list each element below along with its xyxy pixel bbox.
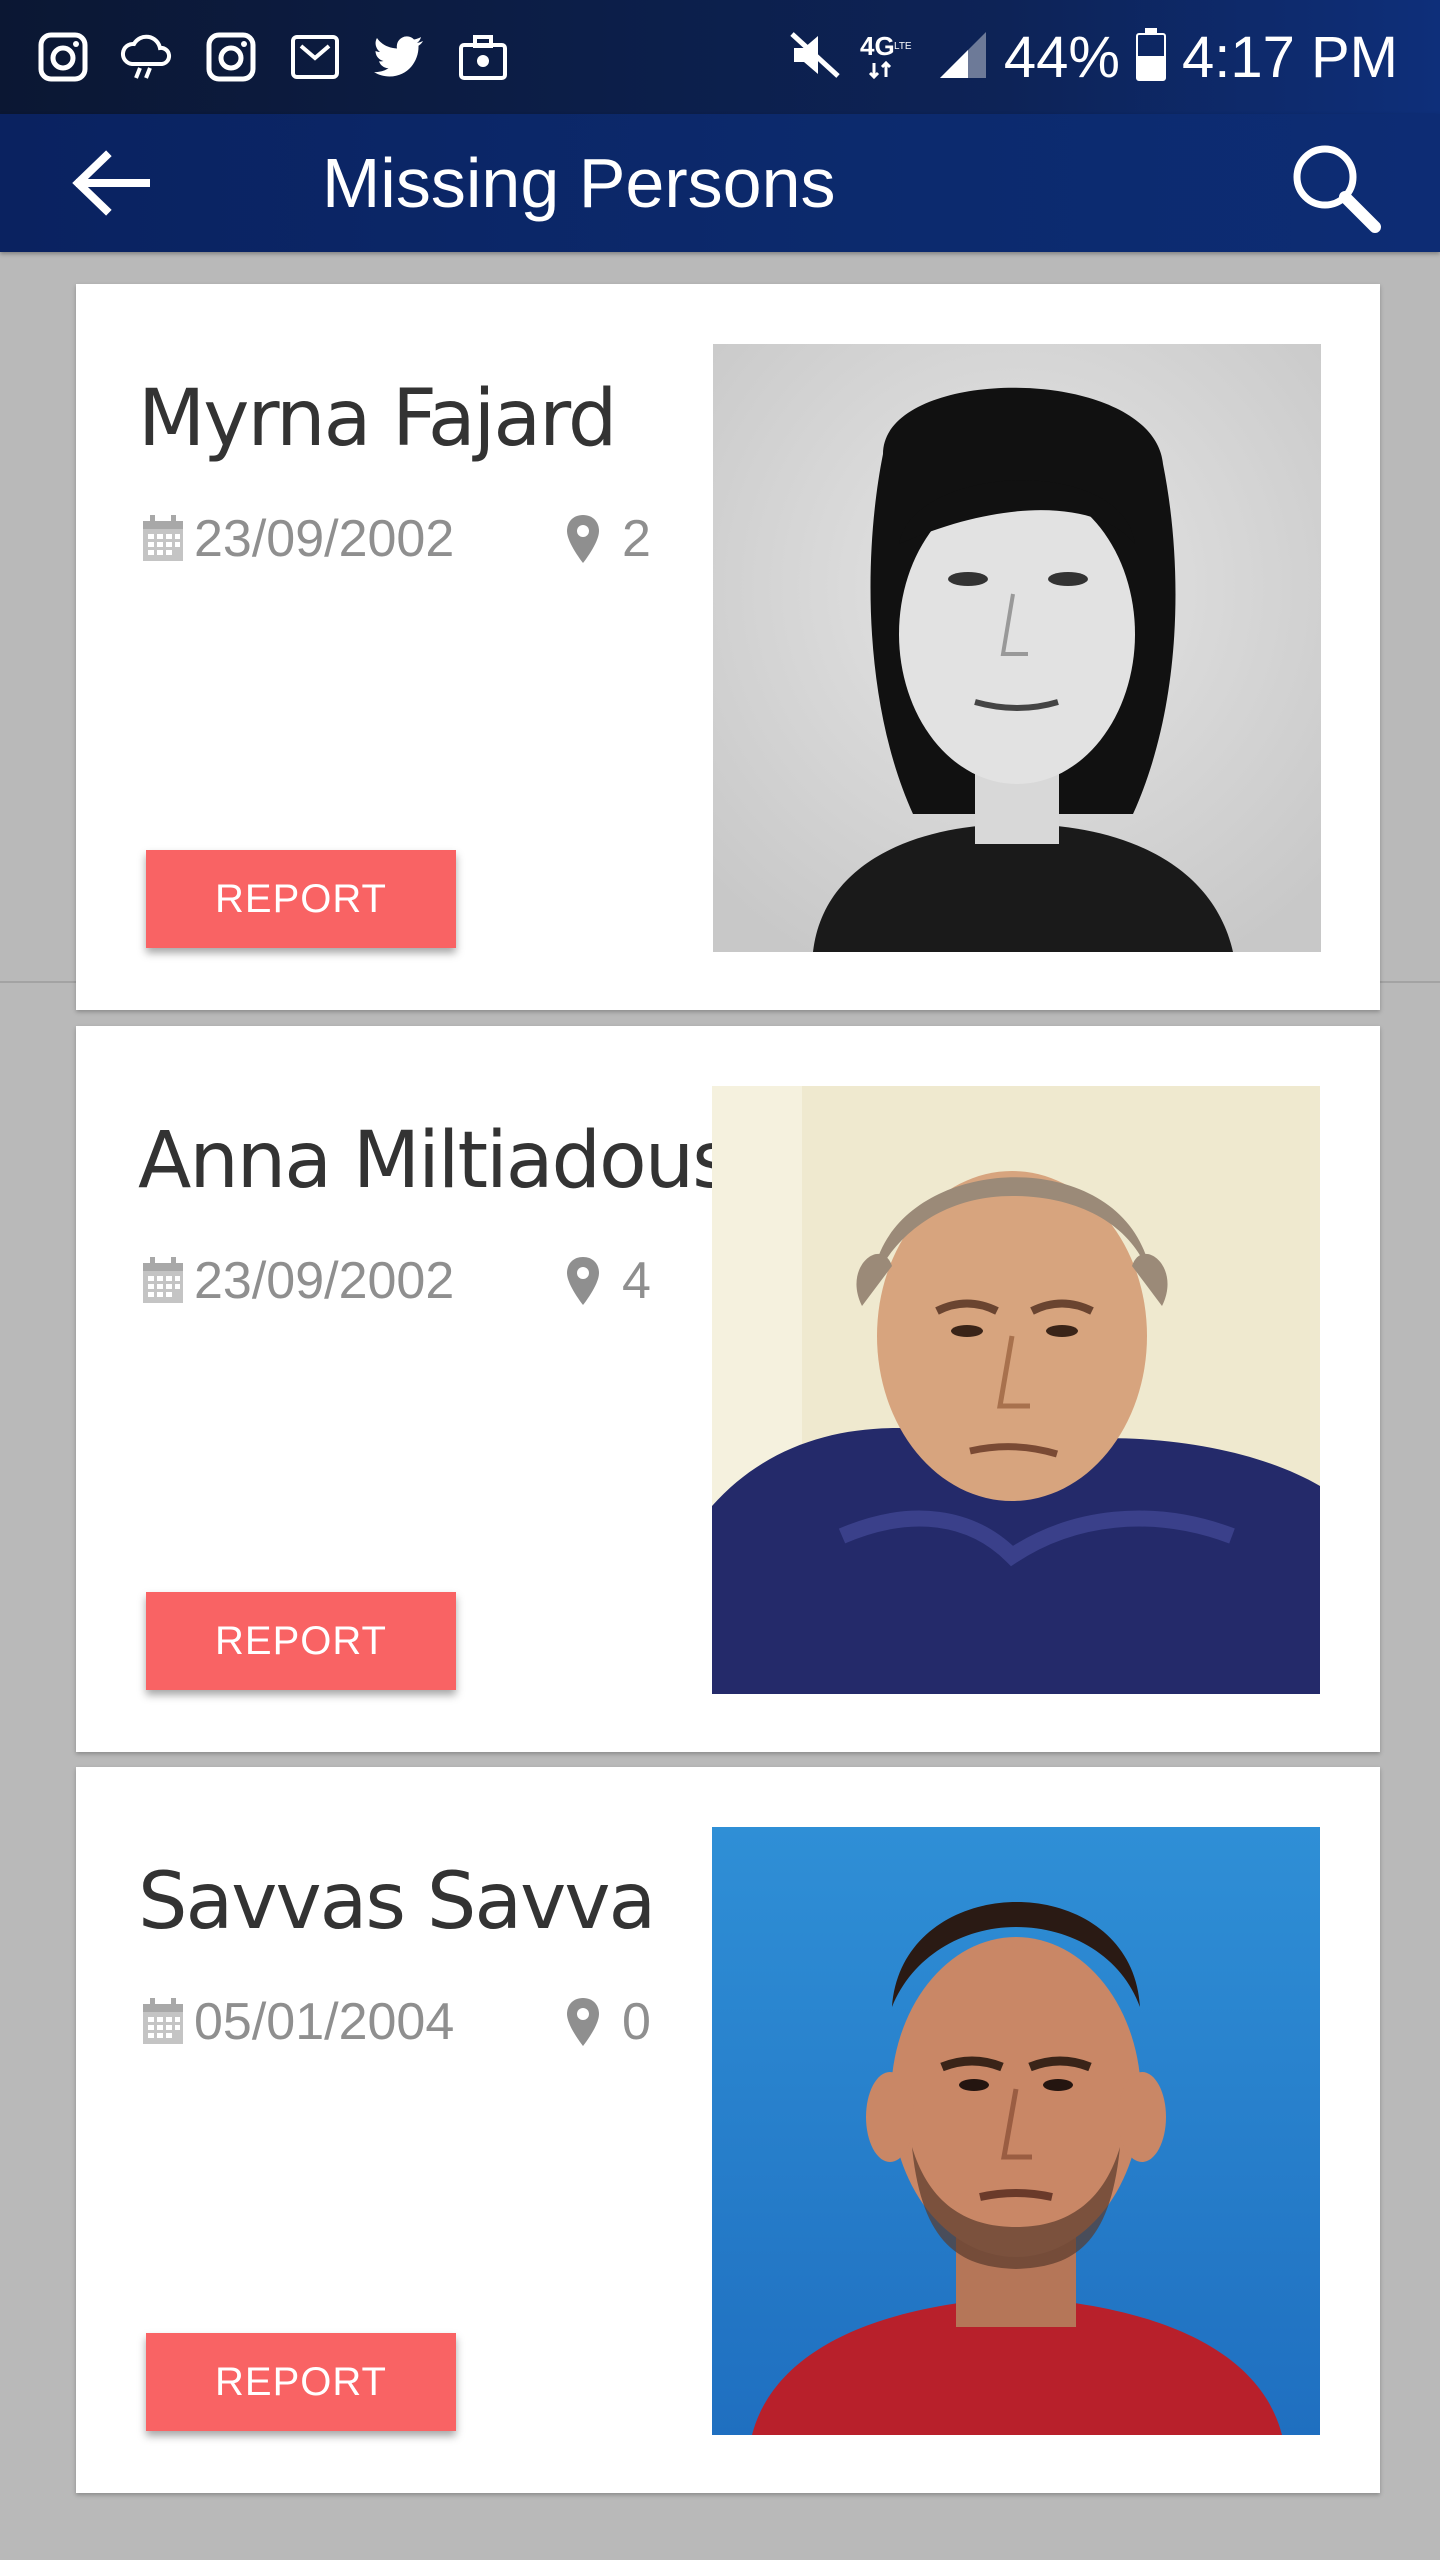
svg-text:LTE: LTE — [894, 41, 912, 52]
calendar-icon — [143, 1998, 183, 2044]
person-card[interactable]: Anna Miltiadous 23/09/2002 4 REPORT — [76, 1026, 1380, 1752]
back-button[interactable] — [60, 138, 160, 228]
newspaper-icon — [288, 30, 342, 84]
signal-icon — [938, 30, 988, 85]
person-meta: 23/09/2002 4 — [142, 1251, 651, 1311]
person-photo — [712, 1827, 1320, 2435]
app-bar: Missing Persons — [0, 114, 1440, 252]
missing-date: 05/01/2004 — [194, 1993, 455, 2051]
page-title: Missing Persons — [322, 144, 836, 222]
location-pin-icon — [567, 1257, 599, 1305]
arrow-left-icon — [72, 150, 150, 216]
person-name: Myrna Fajard — [138, 374, 617, 464]
person-meta: 23/09/2002 2 — [142, 509, 651, 569]
person-photo — [712, 1086, 1320, 1694]
system-status: 4G LTE 44% 4:17 PM — [788, 14, 1398, 100]
missing-date: 23/09/2002 — [194, 1252, 455, 1310]
person-photo — [713, 344, 1321, 952]
calendar-icon — [143, 515, 183, 561]
network-4g-icon: 4G LTE — [860, 29, 922, 86]
twitter-icon — [372, 30, 426, 84]
notification-icons — [36, 20, 510, 94]
location-pin-icon — [567, 1998, 599, 2046]
report-button[interactable]: REPORT — [146, 1592, 456, 1690]
briefcase-icon — [456, 30, 510, 84]
battery-percentage: 44% — [1003, 24, 1120, 90]
search-button[interactable] — [1280, 132, 1390, 242]
status-bar: 4G LTE 44% 4:17 PM — [0, 0, 1440, 114]
person-name: Savvas Savva — [138, 1857, 656, 1947]
person-meta: 05/01/2004 0 — [142, 1992, 651, 2052]
cloud-rain-icon — [120, 30, 174, 84]
location-count: 2 — [622, 510, 651, 568]
person-card[interactable]: Myrna Fajard 23/09/2002 2 REPORT — [76, 284, 1380, 1010]
svg-text:4G: 4G — [860, 31, 895, 61]
person-name: Anna Miltiadous — [138, 1116, 733, 1206]
battery-icon — [1136, 27, 1166, 87]
person-card[interactable]: Savvas Savva 05/01/2004 0 REPORT — [76, 1767, 1380, 2493]
report-button[interactable]: REPORT — [146, 2333, 456, 2431]
mute-icon — [788, 30, 844, 85]
calendar-icon — [143, 1257, 183, 1303]
location-count: 0 — [622, 1993, 651, 2051]
location-pin-icon — [567, 515, 599, 563]
location-count: 4 — [622, 1252, 651, 1310]
clock: 4:17 PM — [1182, 24, 1398, 90]
instagram-icon — [36, 30, 90, 84]
instagram-icon — [204, 30, 258, 84]
report-button[interactable]: REPORT — [146, 850, 456, 948]
search-icon — [1293, 145, 1381, 233]
missing-date: 23/09/2002 — [194, 510, 455, 568]
